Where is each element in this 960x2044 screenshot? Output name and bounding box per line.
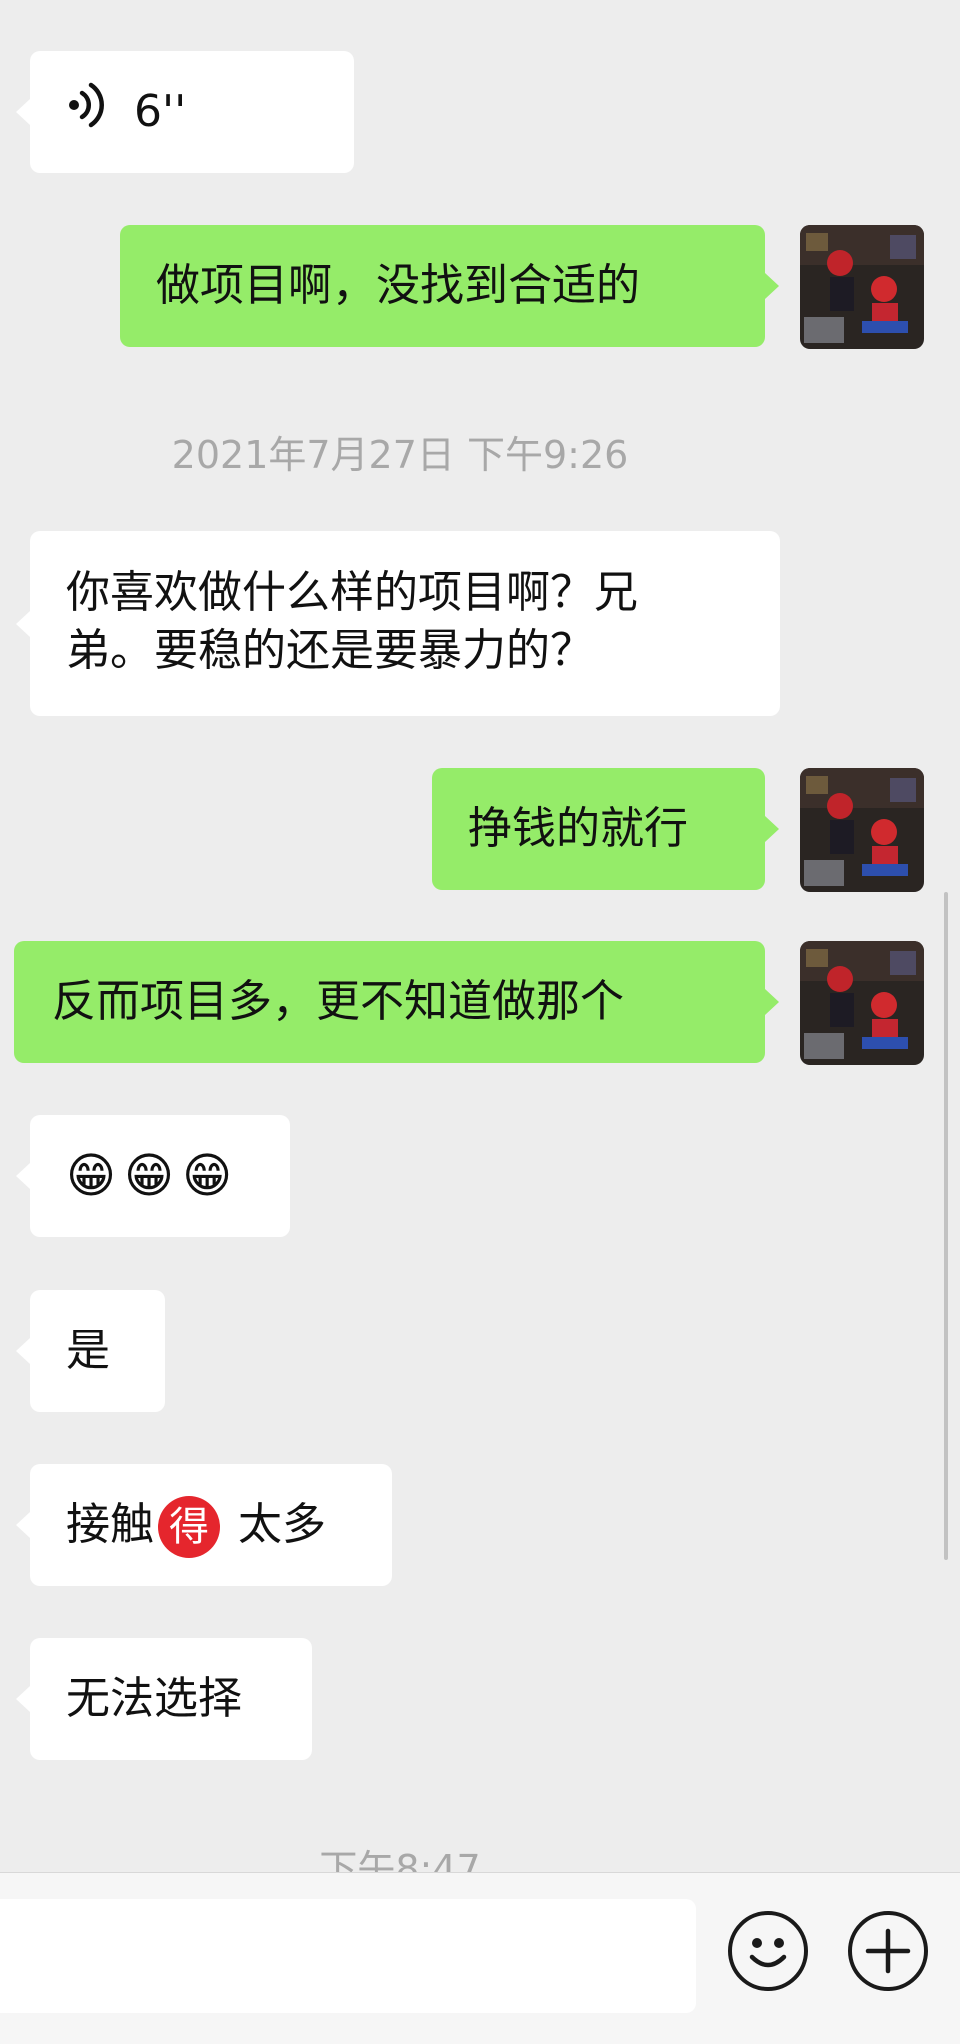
scrollbar[interactable]	[944, 892, 948, 1560]
received-message-bubble[interactable]: 你喜欢做什么样的项目啊？兄 弟。要稳的还是要暴力的？	[16, 531, 780, 716]
chat-area[interactable]: 6'' 做项目啊，没找到合适的 2021年7月27日 下午9:26 你喜欢做什么…	[0, 0, 960, 1872]
message-text: 做项目啊，没找到合适的	[156, 260, 640, 311]
sent-message-bubble[interactable]: 做项目啊，没找到合适的	[120, 225, 779, 347]
message-text: 无法选择	[66, 1673, 242, 1724]
input-bar	[0, 1872, 960, 2044]
message-text: 是	[66, 1325, 110, 1376]
timestamp: 下午8:47	[319, 1847, 481, 1872]
voice-duration: 6''	[134, 86, 187, 137]
message-text: 接触	[66, 1499, 154, 1550]
sent-message-bubble[interactable]: 反而项目多，更不知道做那个	[14, 941, 779, 1063]
received-message-bubble[interactable]: 无法选择	[16, 1638, 312, 1760]
message-text-line: 你喜欢做什么样的项目啊？兄	[66, 567, 638, 618]
grin-emoji: 😁	[124, 1148, 175, 1204]
message-text: 挣钱的就行	[468, 803, 688, 854]
spiderman-avatar[interactable]	[800, 225, 924, 349]
message-input[interactable]	[0, 1899, 696, 2013]
grin-emoji: 😁	[182, 1148, 233, 1204]
grin-emoji: 😁	[66, 1148, 117, 1204]
voice-message-bubble[interactable]: 6''	[16, 51, 354, 173]
emoji-button[interactable]	[728, 1911, 808, 1991]
sent-message-bubble[interactable]: 挣钱的就行	[432, 768, 779, 890]
message-text: 太多	[238, 1499, 326, 1550]
message-text-line: 弟。要稳的还是要暴力的？	[66, 625, 594, 676]
voice-wave-icon	[66, 81, 106, 144]
emoji-smile-icon	[732, 1915, 804, 1987]
spiderman-avatar[interactable]	[800, 941, 924, 1065]
plus-circle-icon	[852, 1915, 924, 1987]
spiderman-avatar[interactable]	[800, 768, 924, 892]
received-message-bubble[interactable]: 😁 😁 😁	[16, 1115, 290, 1237]
more-button[interactable]	[848, 1911, 928, 1991]
message-text: 反而项目多，更不知道做那个	[52, 976, 624, 1027]
de-badge-icon: 得	[158, 1496, 220, 1558]
received-message-bubble[interactable]: 接触得 太多	[16, 1464, 392, 1586]
received-message-bubble[interactable]: 是	[16, 1290, 165, 1412]
timestamp: 2021年7月27日 下午9:26	[171, 433, 629, 477]
